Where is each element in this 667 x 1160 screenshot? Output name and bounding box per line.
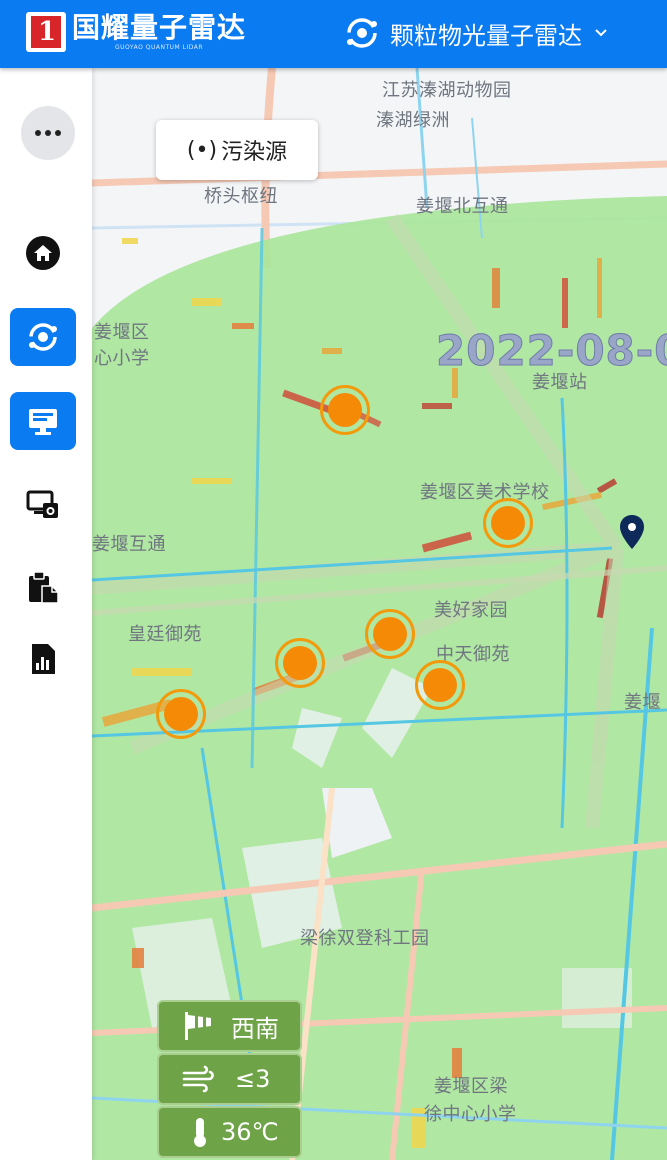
map-label: 姜堰互通: [92, 534, 166, 555]
more-button[interactable]: [21, 106, 75, 160]
map-label: 徐中心小学: [424, 1104, 517, 1125]
sidebar-item-device[interactable]: [10, 476, 76, 534]
sidebar-item-clipboard[interactable]: [10, 558, 76, 616]
pollution-source-marker[interactable]: [483, 498, 533, 548]
pollution-source-label: 污染源: [221, 140, 288, 165]
chevron-down-icon: [595, 29, 607, 37]
logo-title: 国耀量子雷达: [72, 11, 247, 44]
thermometer-icon: [194, 1118, 206, 1147]
pollution-source-marker[interactable]: [320, 385, 370, 435]
wind-direction-panel: 西南: [157, 1000, 302, 1052]
wind-level-panel: ≤3: [157, 1053, 302, 1105]
pollution-source-marker[interactable]: [365, 609, 415, 659]
map-label: 姜堰区: [94, 322, 150, 343]
home-icon: [26, 236, 60, 270]
pollution-source-marker[interactable]: [415, 660, 465, 710]
map-label: 皇廷御苑: [128, 624, 202, 645]
report-chart-icon: [32, 644, 55, 674]
temperature-panel: 36℃: [157, 1106, 302, 1158]
wind-level-value: ≤3: [235, 1065, 271, 1093]
windsock-icon: [185, 1012, 211, 1040]
wind-direction-value: 西南: [231, 1014, 279, 1043]
map-label: 姜堰北互通: [416, 196, 509, 217]
map-label: 美好家园: [434, 600, 508, 621]
logo-mark: 1: [26, 12, 66, 52]
location-pin-icon[interactable]: [619, 514, 645, 550]
pollution-source-marker[interactable]: [156, 689, 206, 739]
map-label: 江苏溱湖动物园: [382, 80, 512, 101]
sidebar-item-home[interactable]: [10, 224, 76, 282]
radar-orbit-icon: [347, 18, 377, 48]
sidebar-item-radar[interactable]: [10, 308, 76, 366]
map-label: 桥头枢纽: [204, 186, 278, 207]
wind-icon: [182, 1065, 214, 1093]
map-label: 姜堰区梁: [434, 1076, 508, 1097]
clipboard-file-icon: [29, 571, 59, 604]
map-label: 姜堰区美术学校: [420, 482, 550, 503]
map-label: 姜堰: [624, 692, 661, 713]
app-logo: 1 国耀量子雷达 GUOYAO QUANTUM LIDAR: [26, 10, 246, 54]
device-camera-icon: [26, 490, 58, 518]
pollution-source-marker[interactable]: [275, 638, 325, 688]
monitor-icon: [29, 409, 57, 435]
pollution-source-button[interactable]: (•) 污染源: [156, 120, 318, 180]
mode-selector[interactable]: 颗粒物光量子雷达: [344, 14, 608, 52]
sidebar: [0, 68, 92, 1160]
date-label: 2022-08-08: [436, 326, 667, 376]
broadcast-icon: (•): [186, 137, 218, 163]
map-label: 梁徐双登科工园: [300, 928, 430, 949]
top-header: 1 国耀量子雷达 GUOYAO QUANTUM LIDAR 颗粒物光量子雷达: [0, 0, 667, 68]
mode-label: 颗粒物光量子雷达: [390, 21, 582, 50]
more-icon: [35, 130, 41, 136]
map-label: 心小学: [94, 348, 150, 369]
sidebar-item-report[interactable]: [10, 630, 76, 688]
sidebar-item-monitor[interactable]: [10, 392, 76, 450]
logo-digit: 1: [38, 17, 57, 47]
map-label: 溱湖绿洲: [376, 110, 450, 131]
logo-subtitle: GUOYAO QUANTUM LIDAR: [115, 44, 204, 51]
temperature-value: 36℃: [221, 1118, 279, 1146]
radar-orbit-icon: [29, 323, 57, 351]
